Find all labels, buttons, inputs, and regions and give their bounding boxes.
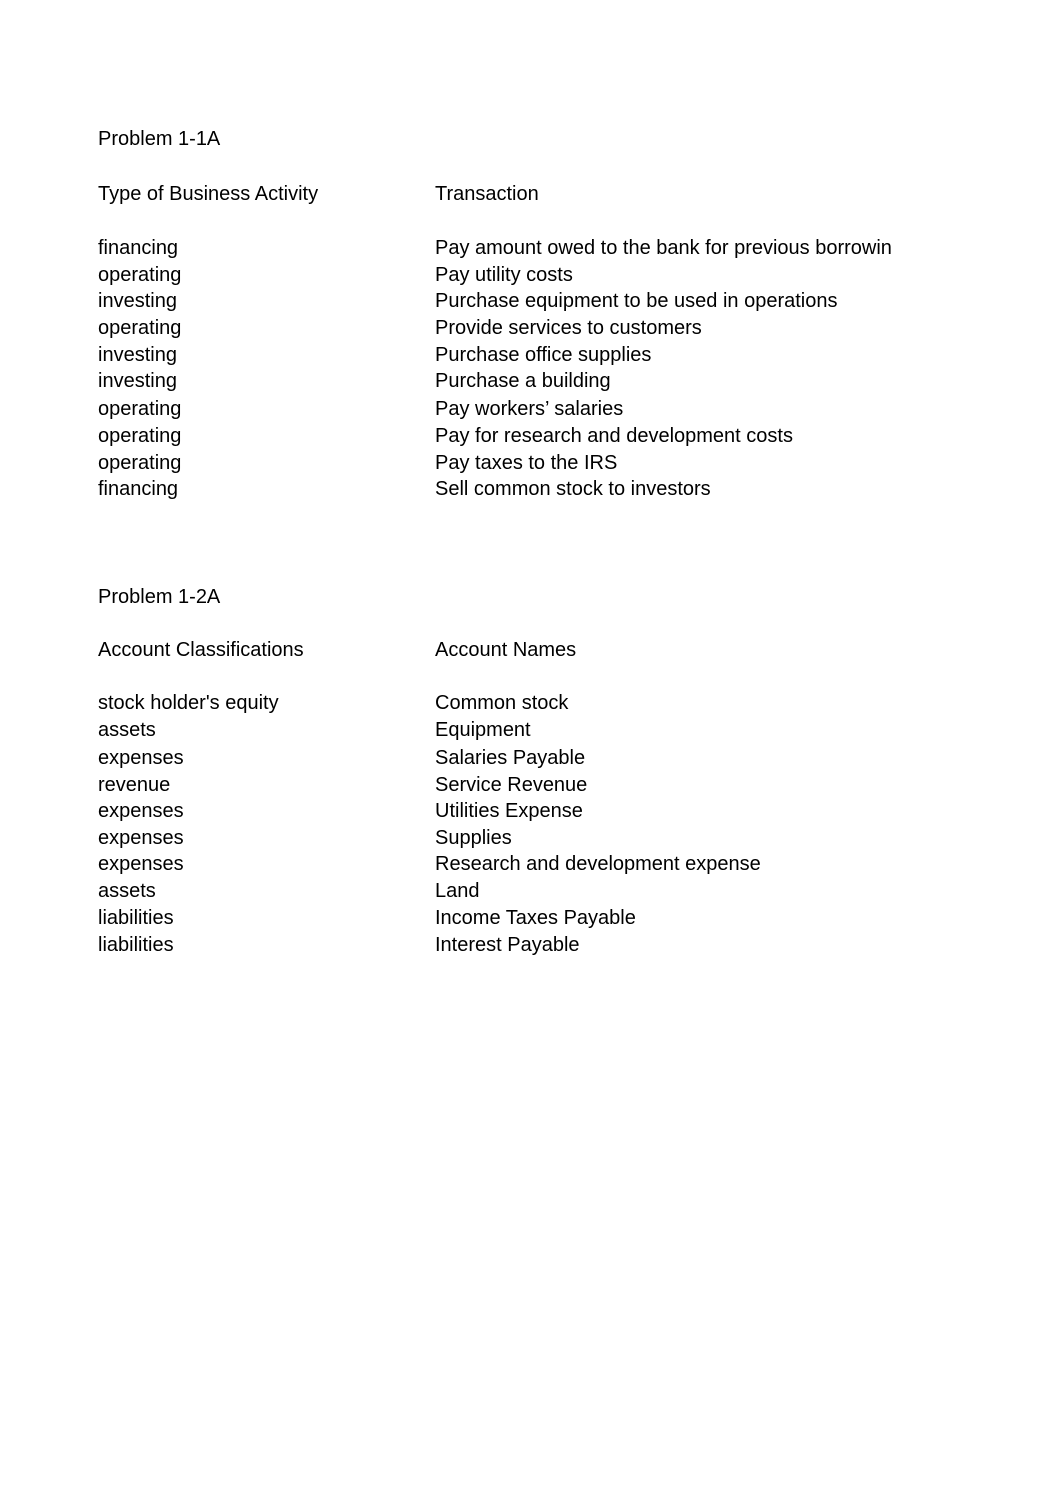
business-activity-header: Type of Business Activity: [98, 183, 319, 205]
classification-cell: revenue: [98, 774, 171, 796]
transaction-cell: Pay workers’ salaries: [435, 398, 624, 420]
activity-type-cell: operating: [98, 317, 182, 339]
transaction-cell: Pay taxes to the IRS: [435, 452, 618, 474]
transaction-cell: Pay amount owed to the bank for previous…: [435, 237, 892, 259]
classification-cell: expenses: [98, 853, 184, 875]
transaction-cell: Provide services to customers: [435, 317, 702, 339]
activity-type-cell: operating: [98, 452, 182, 474]
transaction-cell: Purchase a building: [435, 370, 611, 392]
classification-cell: expenses: [98, 800, 184, 822]
classification-cell: liabilities: [98, 907, 174, 929]
transaction-cell: Sell common stock to investors: [435, 478, 711, 500]
account-classifications-header: Account Classifications: [98, 639, 304, 661]
account-name-cell: Research and development expense: [435, 853, 761, 875]
classification-cell: liabilities: [98, 934, 174, 956]
account-name-cell: Equipment: [435, 719, 531, 741]
account-name-cell: Income Taxes Payable: [435, 907, 636, 929]
problem-1-2a-title: Problem 1-2A: [98, 586, 221, 608]
activity-type-cell: financing: [98, 237, 179, 259]
transaction-cell: Purchase equipment to be used in operati…: [435, 290, 838, 312]
account-name-cell: Utilities Expense: [435, 800, 583, 822]
classification-cell: stock holder's equity: [98, 692, 279, 714]
activity-type-cell: operating: [98, 425, 182, 447]
transaction-header: Transaction: [435, 183, 539, 205]
activity-type-cell: investing: [98, 370, 177, 392]
classification-cell: assets: [98, 880, 156, 902]
classification-cell: expenses: [98, 747, 184, 769]
activity-type-cell: financing: [98, 478, 179, 500]
problem-1-1a-title: Problem 1-1A: [98, 128, 221, 150]
activity-type-cell: operating: [98, 264, 182, 286]
account-name-cell: Salaries Payable: [435, 747, 586, 769]
account-names-header: Account Names: [435, 639, 577, 661]
transaction-cell: Pay utility costs: [435, 264, 573, 286]
activity-type-cell: operating: [98, 398, 182, 420]
transaction-cell: Purchase office supplies: [435, 344, 652, 366]
account-name-cell: Common stock: [435, 692, 569, 714]
transaction-cell: Pay for research and development costs: [435, 425, 793, 447]
classification-cell: assets: [98, 719, 156, 741]
account-name-cell: Service Revenue: [435, 774, 588, 796]
classification-cell: expenses: [98, 827, 184, 849]
activity-type-cell: investing: [98, 290, 177, 312]
account-name-cell: Supplies: [435, 827, 512, 849]
activity-type-cell: investing: [98, 344, 177, 366]
account-name-cell: Land: [435, 880, 480, 902]
account-name-cell: Interest Payable: [435, 934, 580, 956]
